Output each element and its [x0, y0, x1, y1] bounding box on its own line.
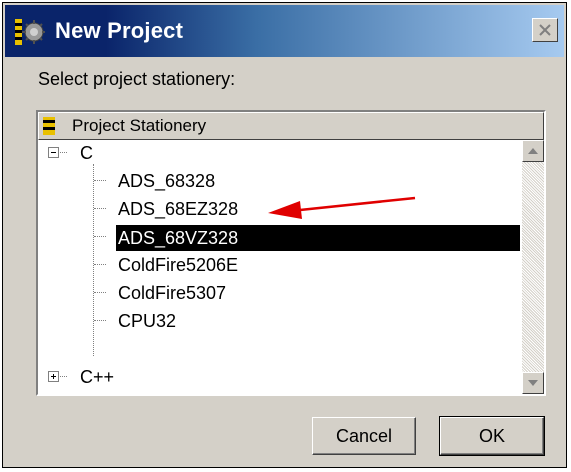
new-project-dialog: New Project Select project stationery: P…	[2, 2, 567, 468]
tree-item-ads-68ez328[interactable]: ADS_68EZ328	[38, 196, 522, 224]
tree-item-coldfire5206e[interactable]: ColdFire5206E	[38, 252, 522, 280]
tree-items: C ADS_68328 ADS_68EZ328 ADS_68VZ328 Cold…	[38, 140, 522, 394]
close-button[interactable]	[532, 18, 558, 42]
tree-item-c[interactable]: C	[38, 140, 522, 168]
tree-item-label: C++	[80, 367, 115, 387]
tree-item-label: CPU32	[118, 311, 177, 331]
tree-header-label: Project Stationery	[72, 116, 207, 135]
tree-item-cpu32[interactable]: CPU32	[38, 308, 522, 336]
tree-item-label: ADS_68VZ328	[116, 225, 520, 251]
cancel-button[interactable]: Cancel	[312, 417, 416, 455]
scroll-down-arrow-icon	[528, 380, 538, 386]
tree-item-label: ADS_68328	[118, 171, 216, 191]
vertical-scrollbar[interactable]	[522, 140, 544, 394]
select-stationery-label: Select project stationery:	[38, 69, 236, 89]
tree-item-ads-68vz328[interactable]: ADS_68VZ328	[38, 224, 522, 252]
scroll-up-arrow-icon	[528, 148, 538, 154]
stationery-tree: Project Stationery C ADS_68328 ADS_68EZ3…	[36, 110, 546, 396]
tree-item-label: C	[80, 143, 93, 163]
stationery-icon	[43, 117, 55, 135]
title-bar[interactable]: New Project	[5, 5, 564, 57]
tree-item-label: ColdFire5206E	[118, 255, 239, 275]
dialog-title: New Project	[55, 18, 184, 43]
expand-toggle-icon[interactable]	[48, 371, 59, 382]
project-wizard-icon	[15, 19, 45, 45]
close-icon	[539, 24, 551, 36]
tree-item-coldfire5307[interactable]: ColdFire5307	[38, 280, 522, 308]
scroll-up-button[interactable]	[522, 140, 544, 162]
tree-item-label: ColdFire5307	[118, 283, 227, 303]
scroll-down-button[interactable]	[522, 372, 544, 394]
ok-button[interactable]: OK	[439, 416, 545, 456]
tree-item-label: ADS_68EZ328	[118, 199, 239, 219]
tree-item-cpp[interactable]: C++	[38, 364, 522, 392]
tree-item-ads-68328[interactable]: ADS_68328	[38, 168, 522, 196]
collapse-toggle-icon[interactable]	[48, 147, 59, 158]
tree-column-header[interactable]: Project Stationery	[38, 112, 544, 140]
